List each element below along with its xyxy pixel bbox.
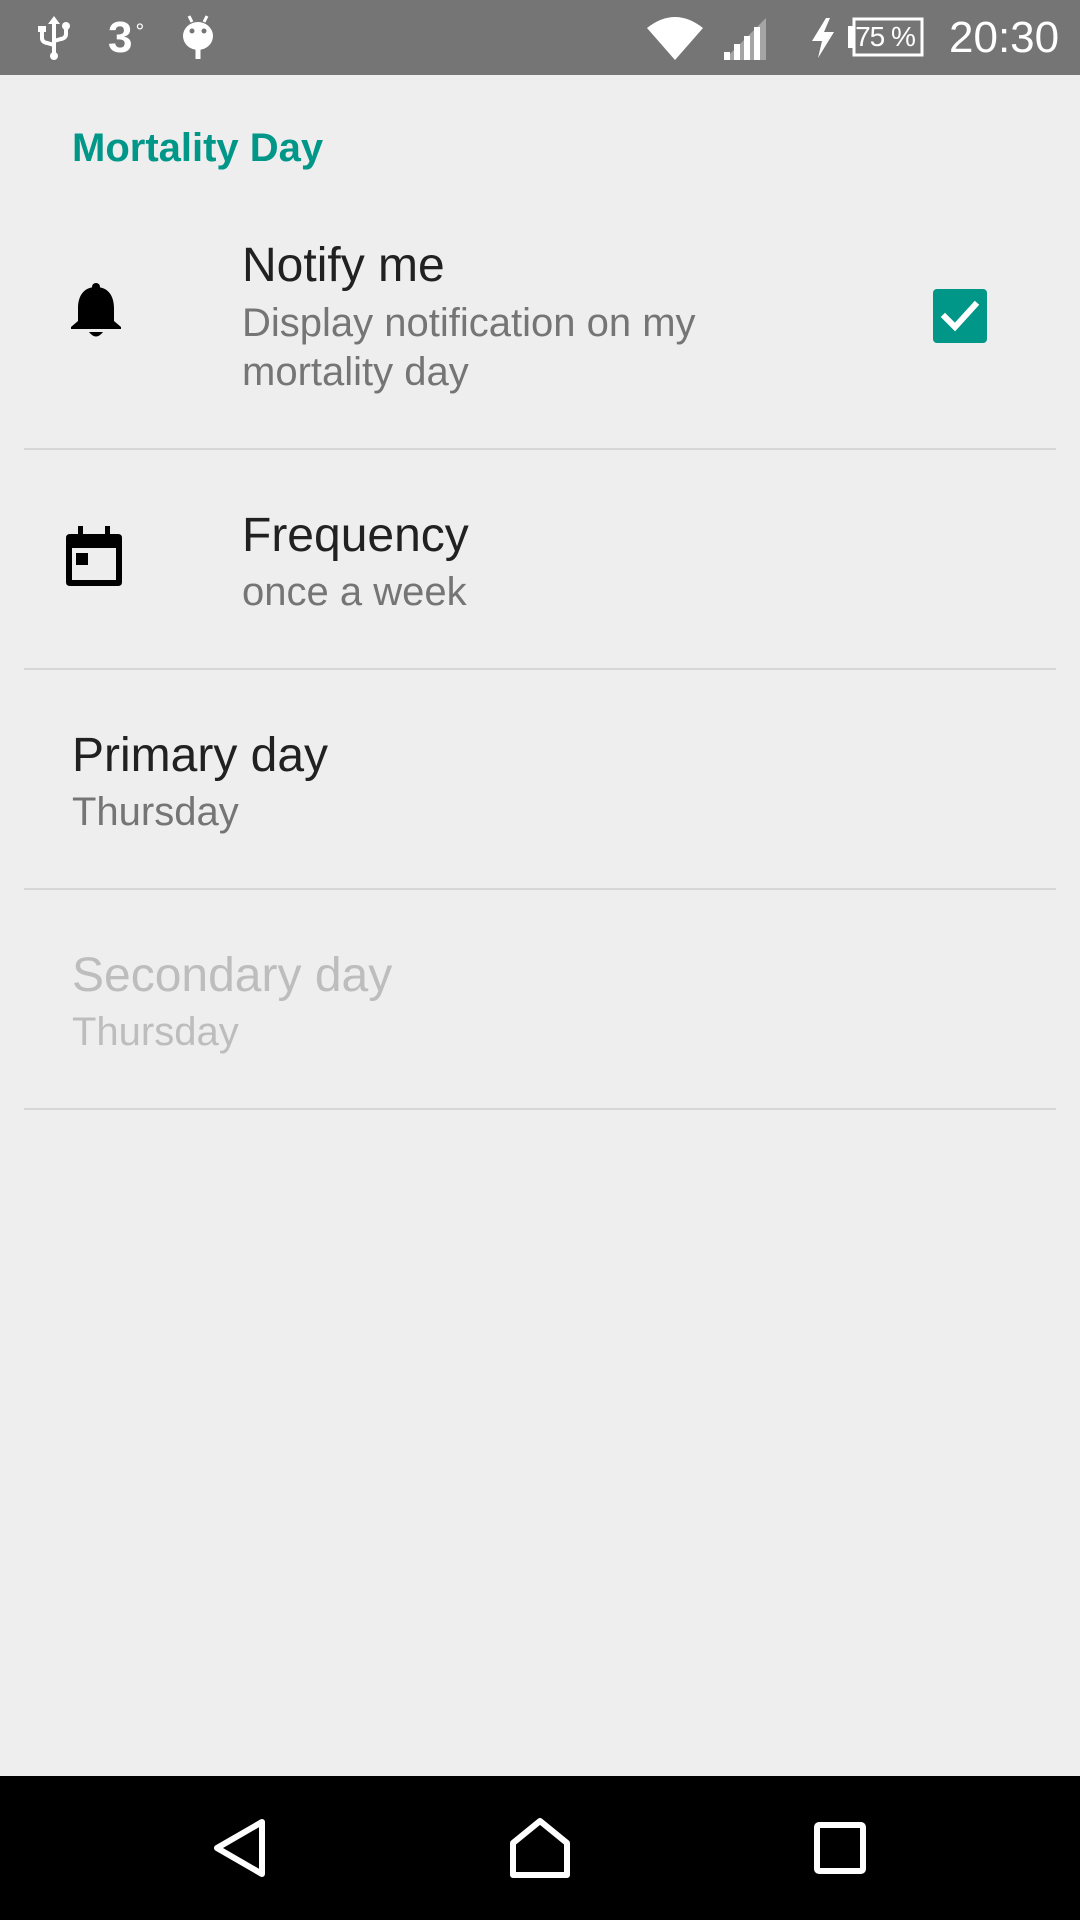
pref-frequency-title: Frequency — [242, 509, 469, 562]
back-button[interactable] — [168, 1776, 312, 1920]
temperature-unit: ° — [135, 18, 145, 44]
category-title: Mortality Day — [72, 126, 324, 170]
battery-percent: 75 % — [855, 21, 916, 52]
pref-notify[interactable]: Notify me Display notification on my mor… — [0, 230, 1080, 450]
pref-secondary-day-summary: Thursday — [72, 1010, 239, 1054]
divider — [24, 1108, 1056, 1110]
pref-frequency-summary: once a week — [242, 570, 467, 614]
nav-bar — [0, 1776, 1080, 1920]
notify-checkbox[interactable] — [933, 289, 987, 343]
status-time: 20:30 — [949, 12, 1060, 62]
bell-icon — [71, 283, 121, 337]
recents-button[interactable] — [768, 1776, 912, 1920]
pref-secondary-day-title: Secondary day — [72, 949, 393, 1002]
android-debug-icon — [183, 15, 213, 59]
pref-primary-day-summary: Thursday — [72, 790, 239, 834]
checkmark-icon — [940, 300, 980, 332]
home-button[interactable] — [468, 1776, 612, 1920]
weather-icon: 3 ° — [108, 0, 144, 75]
status-bar: 3 ° 75 % 20:30 — [0, 0, 1080, 75]
cell-signal-icon — [724, 18, 766, 60]
pref-secondary-day: Secondary day Thursday — [0, 890, 1080, 1110]
usb-icon — [38, 16, 70, 60]
wifi-icon — [647, 17, 703, 60]
calendar-icon — [66, 526, 122, 586]
battery-icon: 75 % — [846, 17, 924, 57]
temperature-value: 3 — [108, 12, 133, 62]
home-icon — [510, 1818, 570, 1878]
charging-icon — [812, 18, 834, 58]
pref-notify-summary: Display notification on my mortality day — [242, 301, 696, 394]
pref-notify-title: Notify me — [242, 239, 445, 292]
back-icon — [214, 1819, 265, 1877]
recents-icon — [814, 1822, 866, 1874]
pref-primary-day-title: Primary day — [72, 729, 329, 782]
pref-frequency[interactable]: Frequency once a week — [0, 450, 1080, 670]
pref-primary-day[interactable]: Primary day Thursday — [0, 670, 1080, 890]
